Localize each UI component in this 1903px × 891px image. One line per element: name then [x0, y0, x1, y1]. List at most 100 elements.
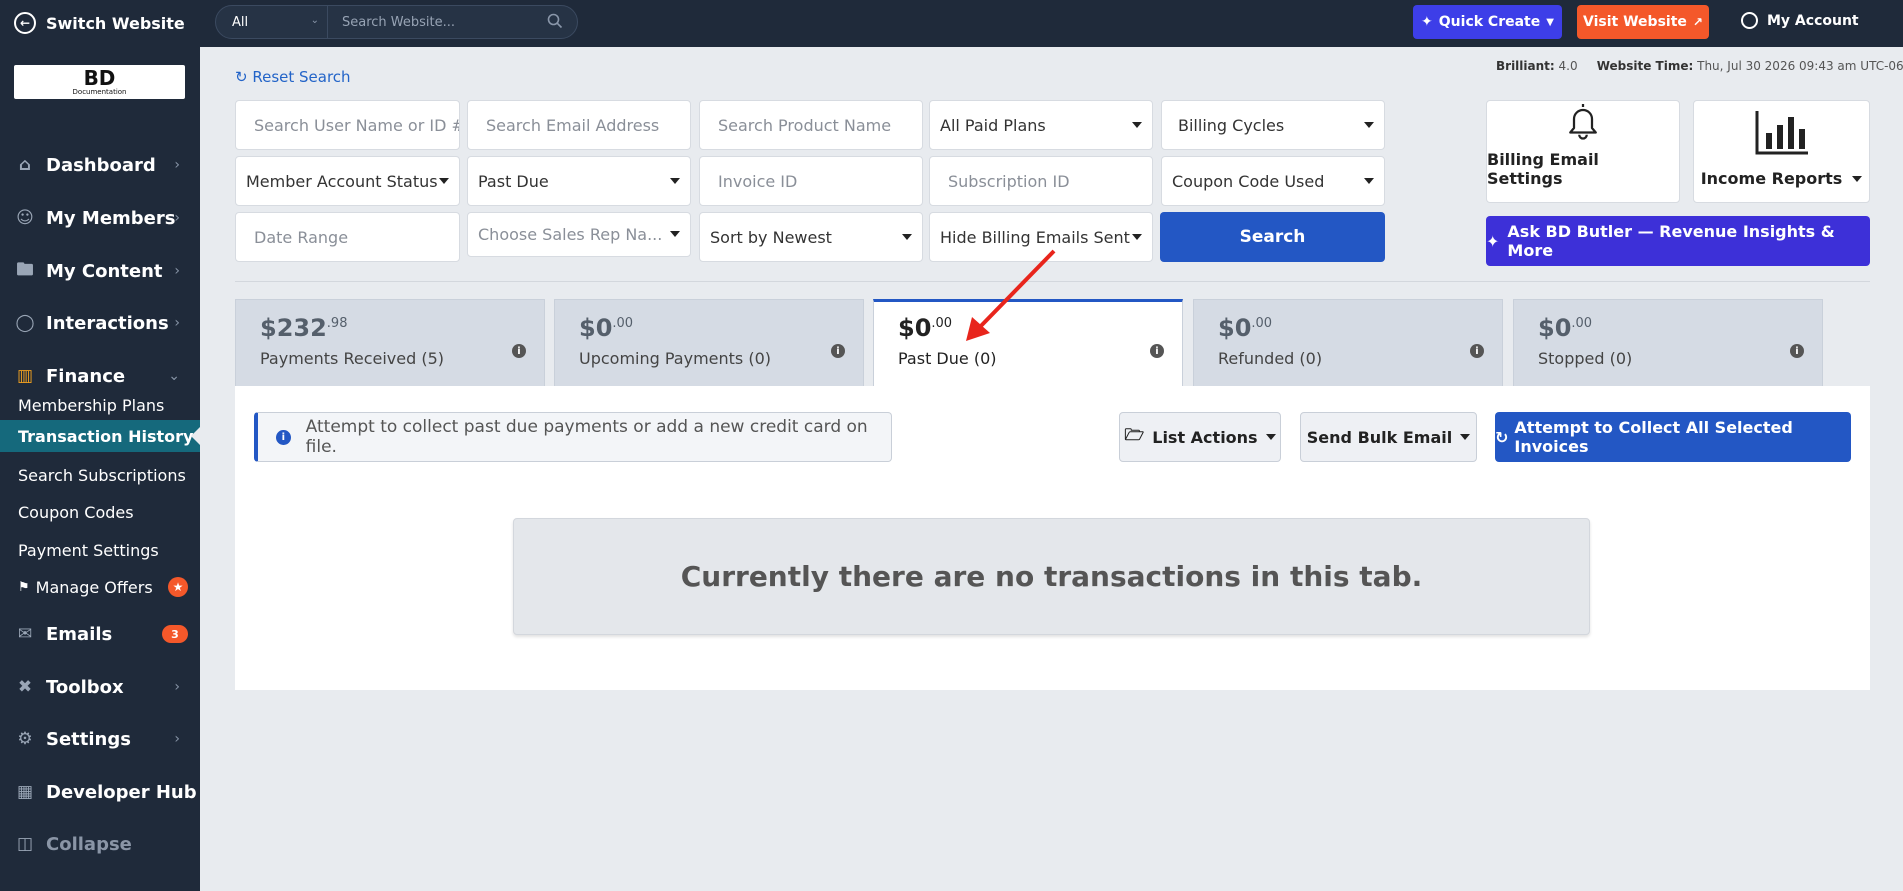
- sidebar-subitem-payment-settings[interactable]: Payment Settings: [0, 534, 200, 566]
- caret-down-icon: [439, 178, 449, 184]
- past-due-value: Past Due: [478, 171, 549, 191]
- tab-upcoming-payments[interactable]: $0.00 Upcoming Payments (0) i: [554, 299, 864, 387]
- my-account-menu[interactable]: My Account: [1741, 12, 1859, 29]
- sidebar-item-dashboard[interactable]: ⌂ Dashboard ›: [0, 145, 200, 185]
- search-product-input[interactable]: Search Product Name: [699, 100, 923, 150]
- tag-icon: ⚑: [18, 579, 30, 595]
- sidebar-item-label: Finance: [46, 365, 126, 387]
- sidebar-item-my-content[interactable]: 🖿 My Content ›: [0, 251, 200, 291]
- info-icon[interactable]: i: [1150, 344, 1164, 358]
- caret-down-icon: [670, 231, 680, 237]
- paid-plans-select[interactable]: All Paid Plans: [929, 100, 1153, 150]
- sparkle-icon: ✦: [1421, 14, 1433, 30]
- coupon-code-value: Coupon Code Used: [1172, 171, 1325, 191]
- website-time-label: Website Time:: [1596, 59, 1694, 73]
- logo-subtext: Documentation: [72, 88, 127, 96]
- chevron-down-icon: ▼: [1546, 16, 1554, 28]
- date-range-input[interactable]: Date Range: [235, 212, 460, 262]
- sidebar-subitem-label: Membership Plans: [18, 395, 165, 415]
- past-due-select[interactable]: Past Due: [467, 156, 691, 206]
- coupon-code-select[interactable]: Coupon Code Used: [1161, 156, 1385, 206]
- info-notice: i Attempt to collect past due payments o…: [254, 412, 892, 462]
- website-time: Thu, Jul 30 2026 09:43 am UTC-06:00: [1697, 59, 1903, 73]
- tab-stopped[interactable]: $0.00 Stopped (0) i: [1513, 299, 1823, 387]
- mail-icon: ✉: [17, 624, 33, 644]
- sidebar-item-developer-hub[interactable]: ▦ Developer Hub: [0, 772, 200, 812]
- caret-down-icon: [1852, 175, 1863, 182]
- sidebar-collapse-button[interactable]: ◫ Collapse: [0, 824, 200, 864]
- sidebar-item-my-members[interactable]: ☺ My Members ›: [0, 198, 200, 238]
- send-bulk-email-label: Send Bulk Email: [1306, 427, 1453, 447]
- search-email-input[interactable]: Search Email Address: [467, 100, 691, 150]
- info-icon: i: [276, 429, 291, 445]
- search-user-name-input[interactable]: Search User Name or ID #: [235, 100, 460, 150]
- folder-open-icon: 🗁: [1124, 424, 1145, 444]
- info-icon[interactable]: i: [1470, 344, 1484, 358]
- brilliant-label: Brilliant:: [1496, 59, 1555, 73]
- caret-down-icon: [1364, 122, 1374, 128]
- switch-website-label: Switch Website: [46, 13, 185, 33]
- billing-email-settings-card[interactable]: Billing Email Settings: [1486, 100, 1680, 203]
- sales-rep-select[interactable]: Choose Sales Rep Na...: [467, 212, 691, 257]
- caret-down-icon: [1265, 434, 1276, 440]
- caret-down-icon: [1460, 434, 1471, 440]
- tab-label: Past Due (0): [898, 349, 997, 368]
- info-icon[interactable]: i: [831, 344, 845, 358]
- ask-bd-butler-button[interactable]: ✦ Ask BD Butler — Revenue Insights & Mor…: [1486, 216, 1870, 266]
- search-icon[interactable]: [547, 13, 563, 29]
- sidebar-subitem-coupon-codes[interactable]: Coupon Codes: [0, 496, 200, 528]
- subscription-id-input[interactable]: Subscription ID: [929, 156, 1153, 206]
- switch-website-button[interactable]: ← Switch Website: [14, 10, 185, 36]
- member-status-select[interactable]: Member Account Status: [235, 156, 460, 206]
- search-button[interactable]: Search: [1160, 212, 1385, 262]
- sidebar-item-settings[interactable]: ⚙ Settings ›: [0, 719, 200, 759]
- chevron-right-icon: ›: [174, 731, 180, 747]
- caret-down-icon: [1364, 178, 1374, 184]
- amount-whole: $232: [260, 314, 327, 342]
- sidebar-item-toolbox[interactable]: ✖ Toolbox ›: [0, 667, 200, 707]
- sidebar: BD Documentation ⌂ Dashboard › ☺ My Memb…: [0, 47, 200, 891]
- list-actions-button[interactable]: 🗁 List Actions: [1119, 412, 1281, 462]
- sidebar-subitem-label: Manage Offers: [35, 577, 153, 597]
- sidebar-subitem-search-subscriptions[interactable]: Search Subscriptions: [0, 459, 200, 491]
- collect-all-invoices-button[interactable]: ↻ Attempt to Collect All Selected Invoic…: [1495, 412, 1851, 462]
- website-search: All ⌄ Search Website...: [215, 5, 578, 39]
- invoice-id-input[interactable]: Invoice ID: [699, 156, 923, 206]
- tab-payments-received[interactable]: $232.98 Payments Received (5) i: [235, 299, 545, 387]
- sidebar-item-label: Developer Hub: [46, 781, 197, 803]
- caret-down-icon: [670, 178, 680, 184]
- send-bulk-email-button[interactable]: Send Bulk Email: [1300, 412, 1477, 462]
- reset-search-link[interactable]: ↻ Reset Search: [235, 68, 351, 86]
- tab-amount: $232.98: [260, 314, 347, 342]
- sidebar-subitem-transaction-history[interactable]: Transaction History: [0, 420, 200, 452]
- sidebar-item-label: Settings: [46, 728, 131, 750]
- tab-refunded[interactable]: $0.00 Refunded (0) i: [1193, 299, 1503, 387]
- sidebar-subitem-manage-offers[interactable]: ⚑ Manage Offers ★: [0, 571, 200, 603]
- search-scope-select[interactable]: All ⌄: [216, 6, 328, 38]
- sidebar-item-interactions[interactable]: ◯ Interactions ›: [0, 303, 200, 343]
- quick-create-button[interactable]: ✦ Quick Create ▼: [1413, 5, 1562, 39]
- amount-whole: $0: [1538, 314, 1572, 342]
- home-icon: ⌂: [18, 155, 32, 175]
- amount-whole: $0: [579, 314, 613, 342]
- sidebar-subitem-label: Coupon Codes: [18, 502, 134, 522]
- chevron-right-icon: ›: [174, 263, 180, 279]
- search-website-input[interactable]: Search Website...: [328, 15, 577, 30]
- chevron-right-icon: ›: [174, 157, 180, 173]
- income-reports-card[interactable]: Income Reports: [1693, 100, 1870, 203]
- visit-website-button[interactable]: Visit Website ↗: [1577, 5, 1709, 39]
- info-icon[interactable]: i: [1790, 344, 1804, 358]
- chevron-down-icon: ⌄: [310, 15, 319, 26]
- sidebar-subitem-membership-plans[interactable]: Membership Plans: [0, 389, 200, 421]
- hide-billing-emails-value: Hide Billing Emails Sent: [940, 227, 1130, 247]
- sort-select[interactable]: Sort by Newest: [699, 212, 923, 262]
- info-icon[interactable]: i: [512, 344, 526, 358]
- sidebar-item-emails[interactable]: ✉ Emails 3: [0, 614, 200, 654]
- sidebar-item-label: Dashboard: [46, 154, 156, 176]
- members-icon: ☺: [16, 208, 34, 228]
- billing-cycles-select[interactable]: Billing Cycles: [1161, 100, 1385, 150]
- grid-icon: ▦: [16, 782, 34, 802]
- emails-count-badge: 3: [162, 625, 188, 643]
- tab-label: Upcoming Payments (0): [579, 349, 771, 368]
- logo[interactable]: BD Documentation: [14, 65, 185, 99]
